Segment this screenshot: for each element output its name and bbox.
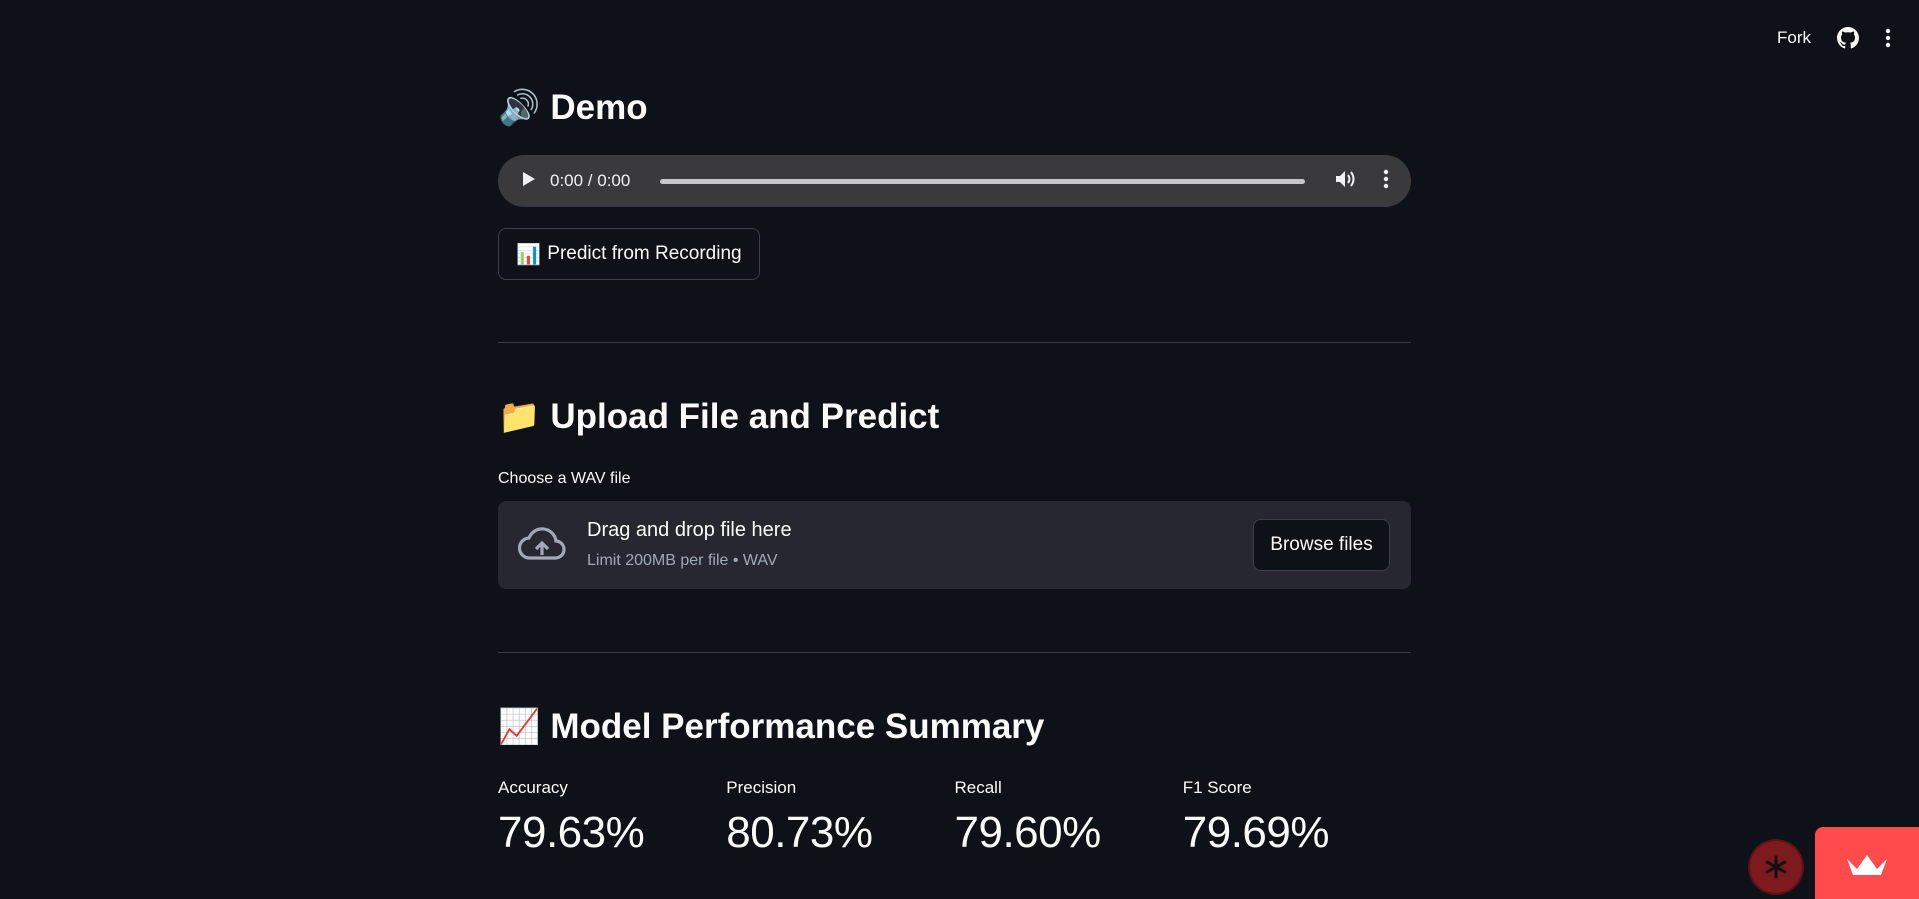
predict-from-recording-button[interactable]: 📊 Predict from Recording xyxy=(498,228,760,280)
speaker-emoji: 🔊 xyxy=(498,88,541,128)
metric-precision: Precision 80.73% xyxy=(726,778,954,858)
metric-value: 79.63% xyxy=(498,808,645,857)
browse-files-button[interactable]: Browse files xyxy=(1253,519,1390,571)
kebab-menu-icon[interactable] xyxy=(1885,28,1891,48)
section-divider xyxy=(498,342,1411,343)
folder-emoji: 📁 xyxy=(498,397,541,437)
section-divider xyxy=(498,652,1411,653)
metrics-row: Accuracy 79.63% Precision 80.73% Recall … xyxy=(498,778,1411,858)
bar-chart-emoji: 📊 xyxy=(516,242,542,266)
github-icon[interactable] xyxy=(1837,27,1859,49)
metric-value: 79.60% xyxy=(954,808,1102,857)
metric-recall: Recall 79.60% xyxy=(955,778,1183,858)
metric-label: F1 Score xyxy=(1182,778,1252,797)
audio-player: 0:00 / 0:00 xyxy=(498,155,1411,207)
performance-heading: 📈 Model Performance Summary xyxy=(498,707,1044,747)
top-toolbar: Fork xyxy=(1777,0,1919,76)
audio-progress-bar[interactable] xyxy=(660,178,1305,184)
cloud-upload-icon xyxy=(517,525,566,570)
demo-heading: 🔊 Demo xyxy=(498,88,648,128)
play-icon[interactable] xyxy=(522,171,536,192)
hosted-with-streamlit-badge[interactable] xyxy=(1815,827,1919,899)
dropzone-limit-text: Limit 200MB per file • WAV xyxy=(587,552,778,569)
fork-link[interactable]: Fork xyxy=(1777,28,1811,48)
metric-label: Recall xyxy=(954,778,1002,797)
asterisk-icon xyxy=(1765,855,1787,879)
performance-title: Model Performance Summary xyxy=(550,707,1045,746)
metric-value: 79.69% xyxy=(1182,808,1330,857)
metric-value: 80.73% xyxy=(726,808,873,857)
audio-time: 0:00 / 0:00 xyxy=(550,171,631,190)
dropzone-title: Drag and drop file here xyxy=(587,519,792,541)
chart-increasing-emoji: 📈 xyxy=(498,707,541,747)
demo-title: Demo xyxy=(550,88,648,127)
file-dropzone[interactable]: Drag and drop file here Limit 200MB per … xyxy=(498,501,1411,589)
metric-label: Accuracy xyxy=(498,778,568,797)
upload-title: Upload File and Predict xyxy=(550,397,940,436)
file-uploader-label: Choose a WAV file xyxy=(498,470,631,487)
floating-assistant-button[interactable] xyxy=(1750,841,1802,893)
streamlit-logo-icon xyxy=(1847,855,1887,875)
metric-f1-score: F1 Score 79.69% xyxy=(1183,778,1411,858)
upload-heading: 📁 Upload File and Predict xyxy=(498,397,939,437)
metric-label: Precision xyxy=(726,778,797,797)
predict-button-label: Predict from Recording xyxy=(547,243,742,264)
metric-accuracy: Accuracy 79.63% xyxy=(498,778,726,858)
volume-icon[interactable] xyxy=(1335,169,1357,194)
more-options-icon[interactable] xyxy=(1383,169,1389,194)
